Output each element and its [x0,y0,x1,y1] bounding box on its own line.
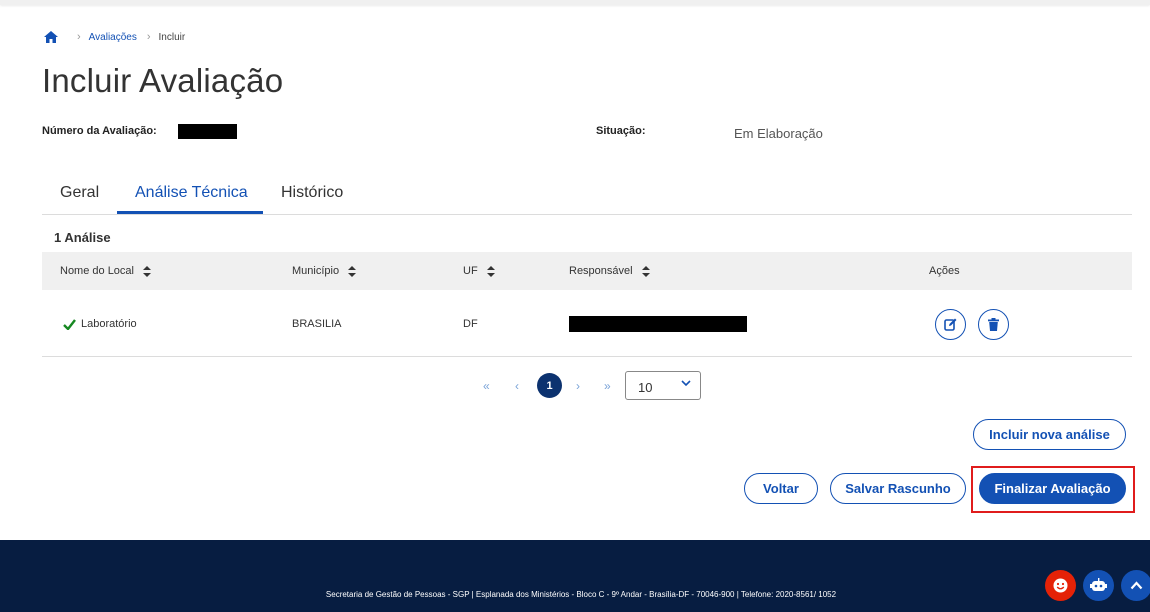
breadcrumb-item-avaliacoes[interactable]: Avaliações [89,32,137,43]
column-header-nome-local[interactable]: Nome do Local [60,265,151,277]
breadcrumb-item-incluir: Incluir [158,31,186,43]
table-header: Nome do Local Município UF Responsável A… [42,252,1132,290]
active-tab-indicator [117,211,263,214]
smiley-icon [1053,578,1068,593]
column-label: Responsável [569,265,633,277]
back-button[interactable]: Voltar [744,473,818,504]
tab-geral[interactable]: Geral [60,184,99,202]
status-label: Situação: [596,125,646,137]
cell-local: Laboratório [63,318,137,330]
edit-icon [944,318,957,331]
chevron-up-icon [1130,581,1143,590]
page-size-select[interactable]: 10 [625,371,701,400]
column-label: Ações [929,265,960,277]
column-header-municipio[interactable]: Município [292,265,357,277]
footer-text: Secretaria de Gestão de Pessoas - SGP | … [325,590,837,599]
chatbot-button[interactable] [1083,570,1114,601]
column-label: Nome do Local [60,265,134,277]
sort-icon[interactable] [486,265,495,277]
status-value: Em Elaboração [734,126,823,141]
first-page-button[interactable]: « [483,379,490,393]
trash-icon [988,318,999,331]
column-header-responsavel[interactable]: Responsável [569,265,650,277]
results-count: 1 Análise [54,230,111,245]
sort-icon[interactable] [348,265,357,277]
column-label: UF [463,265,478,277]
chevron-right-icon: › [77,31,81,43]
column-header-acoes: Ações [929,265,960,277]
chevron-down-icon [681,380,691,387]
highlight-box [971,466,1135,513]
scroll-top-button[interactable] [1121,570,1150,601]
save-draft-button[interactable]: Salvar Rascunho [830,473,966,504]
home-icon[interactable] [44,31,58,43]
top-strip [0,0,1150,5]
page-title: Incluir Avaliação [42,62,284,99]
add-analysis-button[interactable]: Incluir nova análise [973,419,1126,450]
cell-responsavel-redacted [569,316,747,332]
column-header-uf[interactable]: UF [463,265,495,277]
robot-icon [1090,578,1107,591]
chevron-right-icon: › [146,31,151,43]
number-value-redacted [178,124,237,139]
tab-bar: Geral Análise Técnica Histórico [42,174,1132,215]
last-page-button[interactable]: » [604,379,611,393]
next-page-button[interactable]: › [576,379,580,393]
page-size-value: 10 [638,380,653,395]
breadcrumb: › Avaliações › Incluir [44,31,185,43]
column-label: Município [292,265,340,277]
table-row: Laboratório BRASILIA DF [42,291,1132,357]
page-current[interactable]: 1 [537,373,562,398]
prev-page-button[interactable]: ‹ [515,379,519,393]
tab-analise-tecnica[interactable]: Análise Técnica [135,184,248,202]
footer: Secretaria de Gestão de Pessoas - SGP | … [0,540,1150,612]
number-label: Número da Avaliação: [42,125,157,137]
check-icon [63,318,76,330]
edit-button[interactable] [935,309,966,340]
cell-local-text: Laboratório [81,318,137,330]
delete-button[interactable] [978,309,1009,340]
cell-municipio: BRASILIA [292,318,342,330]
cell-uf: DF [463,318,478,330]
sort-icon[interactable] [143,265,151,277]
tab-historico[interactable]: Histórico [281,184,343,202]
feedback-button[interactable] [1045,570,1076,601]
sort-icon[interactable] [641,265,650,277]
